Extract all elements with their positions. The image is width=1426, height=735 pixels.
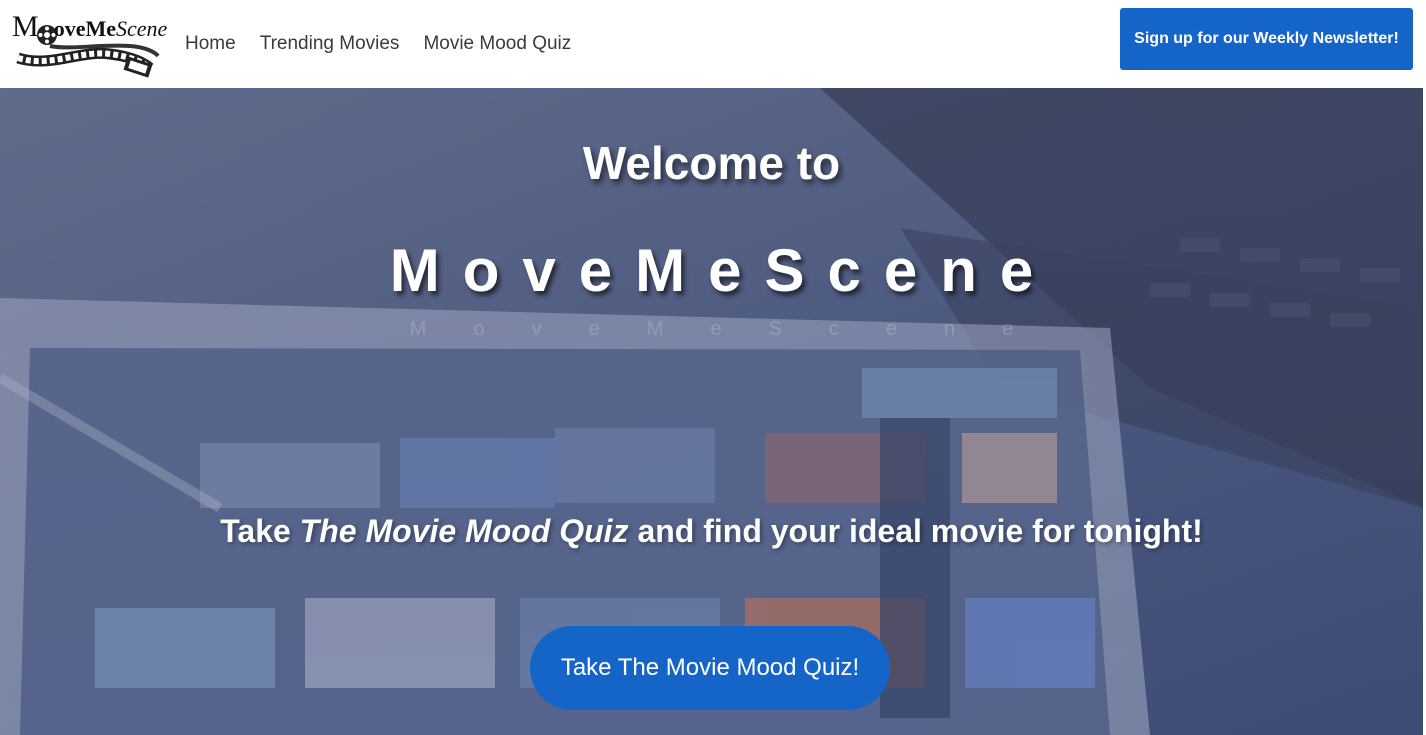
logo-text-me: Me bbox=[85, 16, 116, 41]
take-quiz-button[interactable]: Take The Movie Mood Quiz! bbox=[530, 626, 890, 710]
nav-link-movie-mood-quiz[interactable]: Movie Mood Quiz bbox=[423, 33, 571, 55]
newsletter-signup-button[interactable]: Sign up for our Weekly Newsletter! bbox=[1120, 8, 1413, 70]
logo-text-scene: Scene bbox=[115, 16, 168, 41]
brand-heading: MoveMeScene bbox=[389, 237, 1057, 304]
tagline-quiz-name: The Movie Mood Quiz bbox=[299, 513, 629, 549]
navbar: MoveMeScene Home Trending Movies Movie M… bbox=[0, 0, 1426, 88]
welcome-heading: Welcome to bbox=[582, 137, 841, 189]
main-nav: Home Trending Movies Movie Mood Quiz bbox=[185, 0, 595, 88]
tagline-end: and find your ideal movie for tonight! bbox=[628, 513, 1203, 549]
logo-text-ove: ove bbox=[53, 16, 86, 41]
nav-link-home[interactable]: Home bbox=[185, 33, 236, 55]
tagline-start: Take bbox=[220, 513, 300, 549]
logo-wordmark: MoveMeScene bbox=[12, 10, 167, 44]
logo-letter-m: M bbox=[12, 10, 39, 43]
hero-tagline: Take The Movie Mood Quiz and find your i… bbox=[0, 513, 1423, 550]
site-logo[interactable]: MoveMeScene bbox=[10, 6, 167, 80]
brand-heading-reflection: MoveMeScene bbox=[409, 318, 1061, 340]
nav-link-trending-movies[interactable]: Trending Movies bbox=[260, 33, 400, 55]
hero-section: Welcome to MoveMeScene MoveMeScene Take … bbox=[0, 88, 1423, 735]
